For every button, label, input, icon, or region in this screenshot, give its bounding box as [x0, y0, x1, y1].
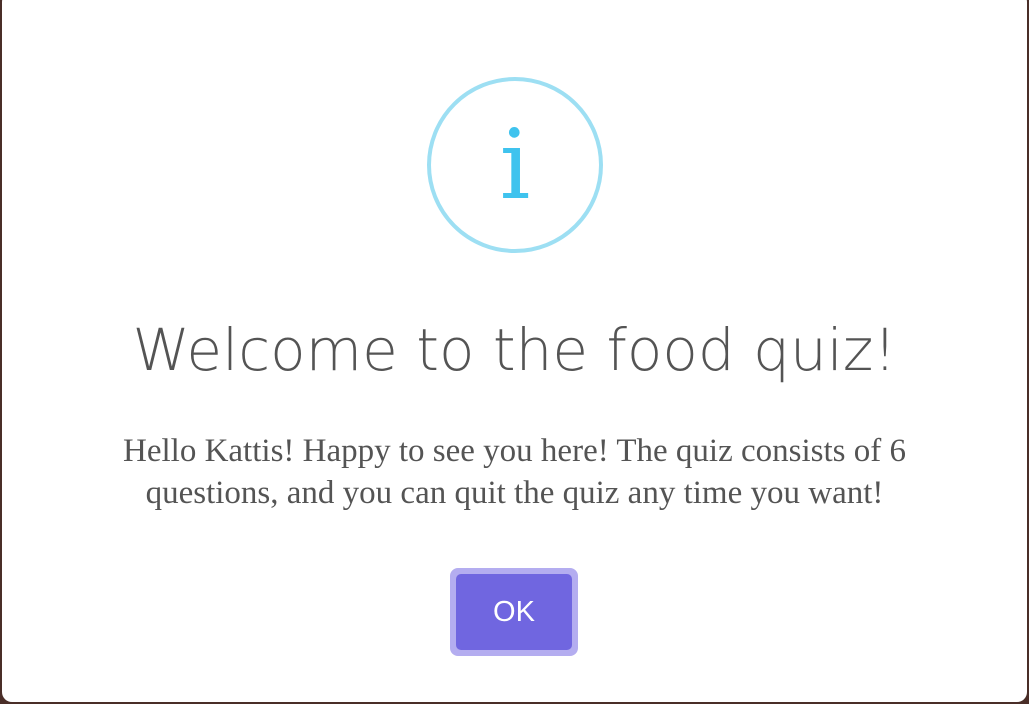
dialog-title: Welcome to the food quiz!	[132, 316, 897, 384]
ok-button-focus-ring: OK	[450, 568, 578, 656]
dialog-message: Hello Kattis! Happy to see you here! The…	[123, 433, 906, 511]
info-icon: i	[427, 77, 603, 253]
ok-button[interactable]: OK	[456, 574, 572, 650]
info-icon-glyph: i	[499, 109, 531, 221]
welcome-dialog: i Welcome to the food quiz! Hello Kattis…	[2, 0, 1027, 702]
